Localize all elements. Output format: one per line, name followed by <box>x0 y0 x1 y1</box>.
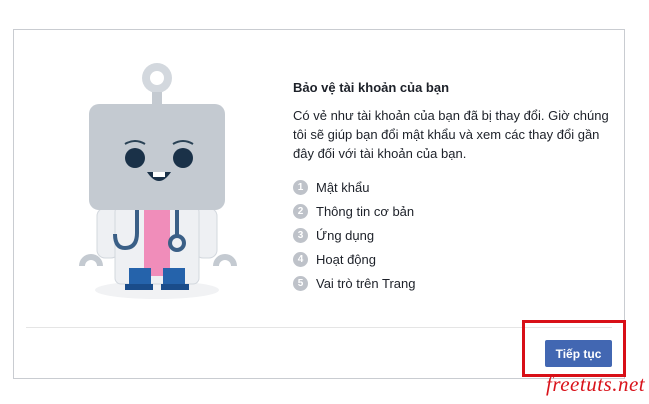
step-number-badge: 1 <box>293 179 308 195</box>
dialog-title: Bảo vệ tài khoản của bạn <box>293 80 450 95</box>
step-item-page-roles: 5 Vai trò trên Trang <box>293 271 623 295</box>
doctor-robot-illustration <box>79 63 237 299</box>
step-item-password: 1 Mật khẩu <box>293 175 623 199</box>
watermark-logo: freetuts.net <box>546 372 646 396</box>
step-item-apps: 3 Ứng dụng <box>293 223 623 247</box>
step-item-basic-info: 2 Thông tin cơ bản <box>293 199 623 223</box>
continue-button[interactable]: Tiếp tục <box>545 340 612 367</box>
step-number-badge: 4 <box>293 251 308 267</box>
step-label: Thông tin cơ bản <box>316 203 415 219</box>
step-label: Ứng dụng <box>316 227 375 243</box>
steps-list: 1 Mật khẩu 2 Thông tin cơ bản 3 Ứng dụng… <box>293 175 623 295</box>
step-item-activity: 4 Hoạt động <box>293 247 623 271</box>
step-number-badge: 5 <box>293 275 308 291</box>
step-label: Vai trò trên Trang <box>316 275 416 291</box>
step-label: Mật khẩu <box>316 179 370 195</box>
step-number-badge: 3 <box>293 227 308 243</box>
step-label: Hoạt động <box>316 251 376 267</box>
dialog-description: Có vẻ như tài khoản của bạn đã bị thay đ… <box>293 108 609 161</box>
dialog-content: Bảo vệ tài khoản của bạn Có vẻ như tài k… <box>293 80 623 295</box>
step-number-badge: 2 <box>293 203 308 219</box>
